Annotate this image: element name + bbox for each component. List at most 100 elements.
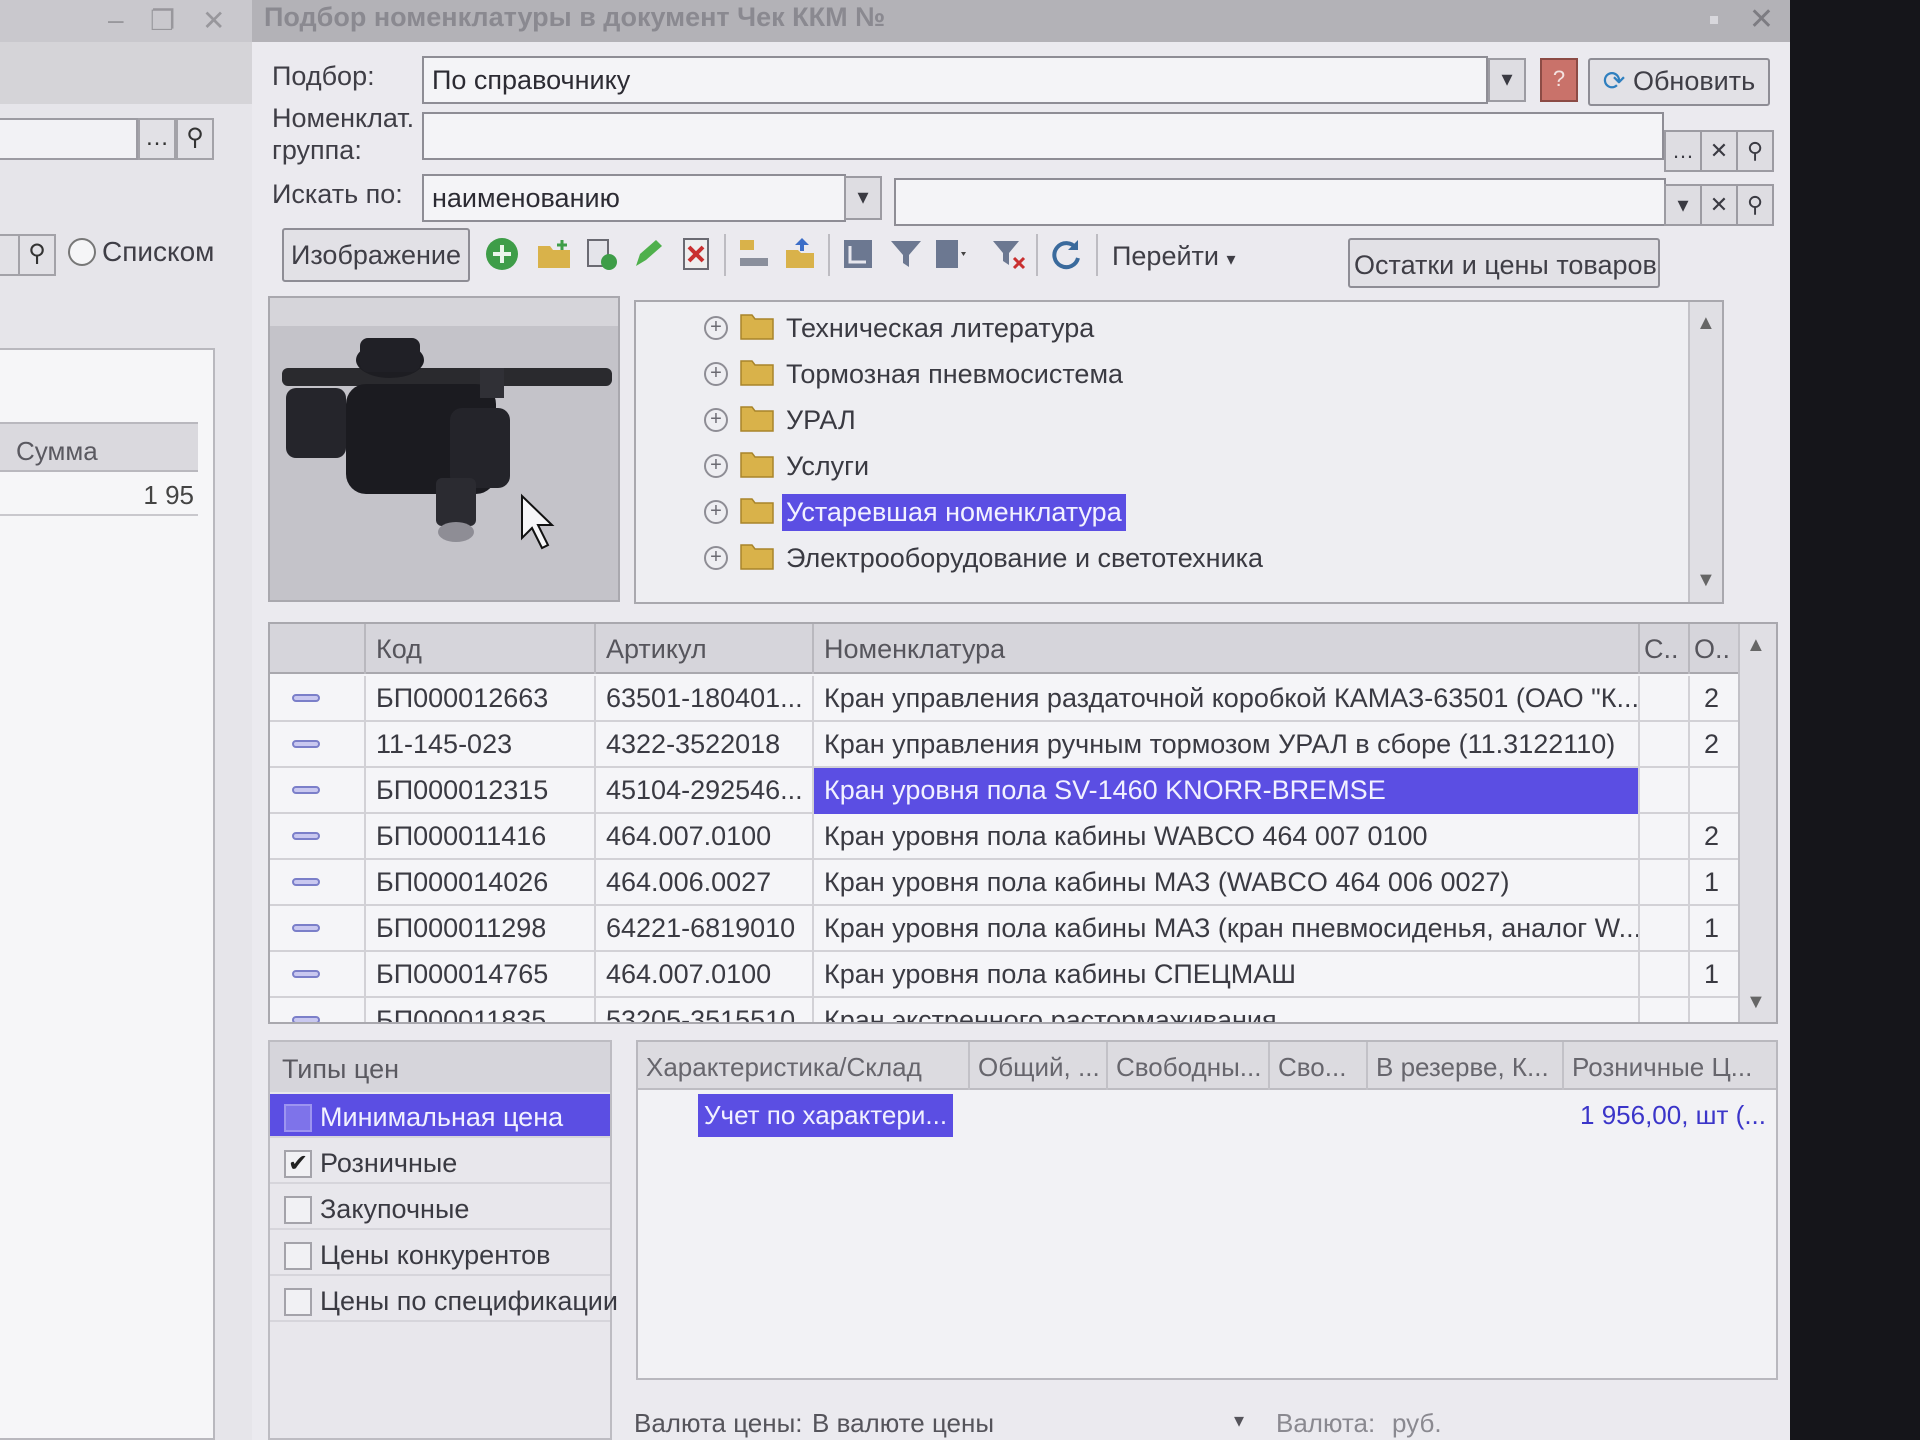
free2-column-header[interactable]: Сво... [1270,1042,1368,1090]
checkbox[interactable] [284,1288,312,1316]
tree-item[interactable]: + Услуги [636,444,1686,488]
checkbox[interactable] [284,1196,312,1224]
checkbox[interactable]: ✔ [284,1150,312,1178]
background-table-row[interactable]: 1 95 [0,472,198,516]
move-to-group-icon[interactable] [736,236,772,272]
dialog-titlebar: Подбор номенклатуры в документ Чек ККМ №… [252,0,1790,42]
toolbar-separator [1036,234,1038,276]
search-by-select[interactable]: наименованию [422,174,846,222]
article-cell: 464.007.0100 [596,952,814,998]
delete-icon[interactable] [678,236,714,272]
code-column-header[interactable]: Код [366,624,596,674]
table-row[interactable]: БП000011416 464.007.0100 Кран уровня пола … [270,814,1740,860]
tree-item-label: Техническая литература [786,313,1095,343]
characteristic-column-header[interactable]: Характеристика/Склад [638,1042,970,1090]
s-cell [1640,676,1690,722]
tree-item[interactable]: + Электрооборудование и светотехника [636,536,1686,580]
table-row[interactable]: БП000012315 45104-292546... Кран уровня по… [270,768,1740,814]
background-search-field[interactable] [0,118,138,160]
table-scrollbar[interactable]: ▲ ▼ [1738,624,1776,1022]
edit-icon[interactable] [630,236,666,272]
price-type-item[interactable]: ✔ Розничные [270,1140,610,1184]
chevron-down-icon[interactable]: ▾ [1664,184,1702,226]
tree-item[interactable]: + Тормозная пневмосистема [636,352,1686,396]
article-column-header[interactable]: Артикул [596,624,814,674]
table-row[interactable]: БП000011298 64221-6819010 Кран уровня пола… [270,906,1740,952]
expand-icon[interactable]: + [704,362,728,386]
retail-price-column-header[interactable]: Розничные Ц... [1564,1042,1776,1090]
help-button[interactable]: ? [1540,58,1578,102]
ellipsis-button-2[interactable] [0,234,20,276]
expand-icon[interactable]: + [704,316,728,340]
clear-icon[interactable]: ✕ [1700,184,1738,226]
nomgroup-field[interactable] [422,112,1664,160]
expand-icon[interactable]: + [704,546,728,570]
new-folder-icon[interactable] [536,236,572,272]
expand-icon[interactable]: + [704,454,728,478]
name-column-header[interactable]: Номенклатура [814,624,1640,674]
filter-icon[interactable] [888,236,924,272]
expand-icon[interactable]: + [704,408,728,432]
copy-icon[interactable] [584,236,620,272]
price-type-item[interactable]: Минимальная цена [270,1094,610,1138]
hierarchy-icon[interactable] [840,236,876,272]
clear-filter-icon[interactable] [990,236,1026,272]
level-up-icon[interactable] [782,236,818,272]
tree-scrollbar[interactable]: ▲ ▼ [1688,302,1722,602]
search-icon-2[interactable]: ⚲ [18,234,56,276]
s-column-header[interactable]: С.. [1640,624,1690,674]
search-icon[interactable]: ⚲ [176,118,214,160]
table-row[interactable]: БП000014026 464.006.0027 Кран уровня пола … [270,860,1740,906]
close-icon[interactable]: ✕ [1749,2,1774,37]
search-icon[interactable]: ⚲ [1736,184,1774,226]
add-icon[interactable] [484,236,520,272]
search-icon[interactable]: ⚲ [1736,130,1774,172]
scroll-up-icon[interactable]: ▲ [1746,634,1766,657]
table-row[interactable]: 11-145-023 4322-3522018 Кран управления ру… [270,722,1740,768]
checkbox[interactable] [284,1104,312,1132]
o-column-header[interactable]: О.. [1690,624,1740,674]
article-cell: 45104-292546... [596,768,814,814]
tree-item[interactable]: + УРАЛ [636,398,1686,442]
table-row[interactable]: БП000011835 53205-3515510 Кран экстренного… [270,998,1740,1022]
table-row[interactable]: БП000012663 63501-180401... Кран управлени… [270,676,1740,722]
scroll-down-icon[interactable]: ▼ [1696,569,1716,592]
table-row[interactable]: БП000014765 464.007.0100 Кран уровня пола … [270,952,1740,998]
goto-menu[interactable]: Перейти ▾ [1112,240,1236,275]
price-type-item[interactable]: Цены по спецификации [270,1278,618,1322]
chevron-down-icon[interactable]: ▾ [1488,58,1526,102]
code-cell: БП000011416 [366,814,596,860]
scroll-down-icon[interactable]: ▼ [1746,991,1766,1014]
o-cell: 2 [1690,722,1740,768]
refresh-button[interactable]: ⟳ Обновить [1588,58,1770,106]
reserve-column-header[interactable]: В резерве, К... [1368,1042,1564,1090]
currency-select[interactable]: В валюте цены [812,1408,994,1439]
chevron-down-icon[interactable]: ▾ [1234,1408,1244,1433]
podbor-select[interactable]: По справочнику [422,56,1488,104]
stock-prices-button[interactable]: Остатки и цены товаров [1348,238,1660,288]
ellipsis-button[interactable]: … [138,118,176,160]
tree-item[interactable]: + Техническая литература [636,306,1686,350]
expand-icon[interactable]: + [704,500,728,524]
image-button[interactable]: Изображение [282,228,470,282]
ellipsis-button[interactable]: … [1664,130,1702,172]
checkbox[interactable] [284,1242,312,1270]
chevron-down-icon[interactable]: ▾ [844,176,882,220]
minimize-icon[interactable]: – [108,4,124,36]
stock-row-label[interactable]: Учет по характери... [698,1094,954,1137]
tree-item[interactable]: + Устаревшая номенклатура [636,490,1686,534]
list-radio[interactable] [68,238,96,266]
close-icon[interactable]: ✕ [202,4,225,37]
search-text-field[interactable] [894,178,1666,226]
clear-icon[interactable]: ✕ [1700,130,1738,172]
search-by-label: Искать по: [272,179,403,209]
price-type-item[interactable]: Цены конкурентов [270,1232,610,1276]
article-cell: 53205-3515510 [596,998,814,1022]
price-type-item[interactable]: Закупочные [270,1186,610,1230]
total-column-header[interactable]: Общий, ... [970,1042,1108,1090]
scroll-up-icon[interactable]: ▲ [1696,312,1716,335]
restore-icon[interactable]: ❐ [150,4,175,37]
refresh-icon[interactable] [1048,236,1084,272]
free-column-header[interactable]: Свободны... [1108,1042,1270,1090]
filter-dropdown-icon[interactable] [934,236,970,272]
